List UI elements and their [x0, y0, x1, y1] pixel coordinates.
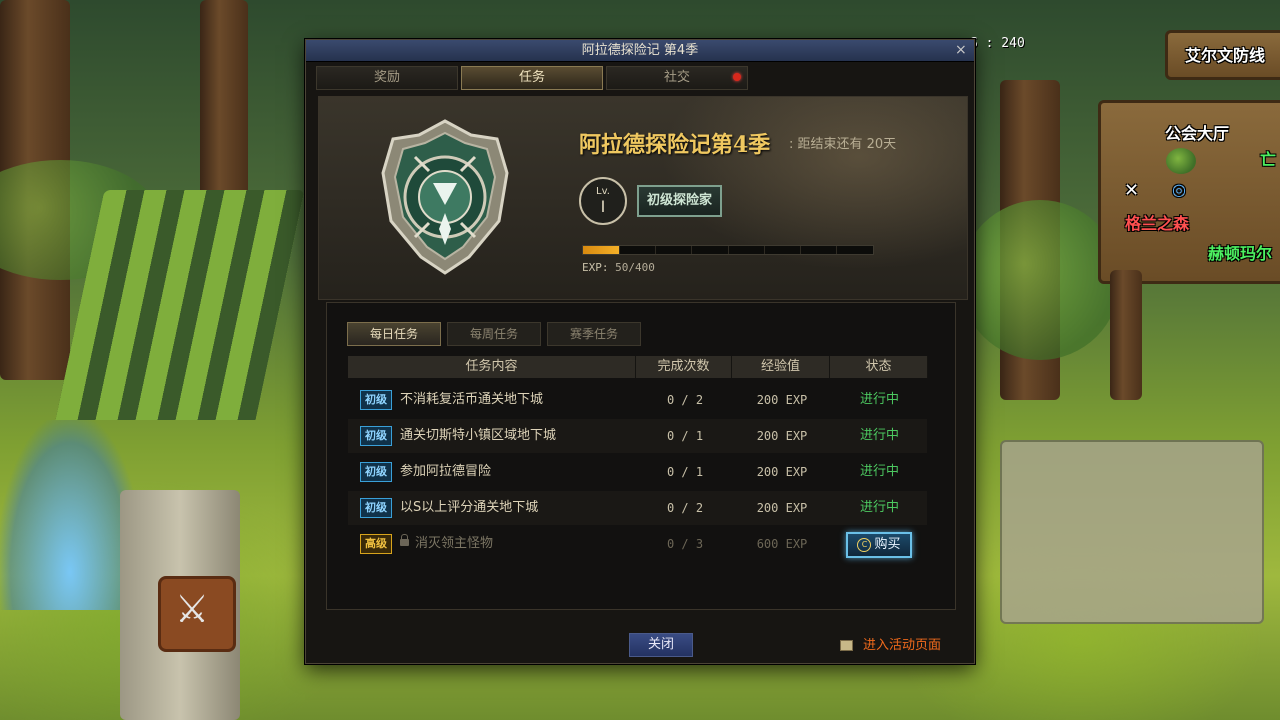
map-partial-label[interactable]: 亡: [1260, 146, 1276, 170]
tab-rewards[interactable]: 奖励: [316, 66, 458, 90]
season-countdown: : 距结束还有 20天: [789, 137, 897, 152]
level-badge: Lv. I: [579, 177, 627, 225]
quest-exp: 200 EXP: [756, 429, 808, 443]
tree-trunk-mid: [200, 0, 248, 260]
enter-event-page-link[interactable]: 进入活动页面: [840, 634, 941, 653]
season-title: 阿拉德探险记第4季: [579, 132, 771, 158]
quest-name: 参加阿拉德冒险: [400, 464, 492, 479]
quest-name: 通关切斯特小镇区域地下城: [400, 428, 557, 443]
path-stones-right: [1000, 440, 1264, 624]
tab-social[interactable]: 社交: [606, 66, 748, 90]
tab-weekly-quests[interactable]: 每周任务: [447, 322, 541, 346]
quest-count: 0 / 1: [666, 465, 704, 479]
col-quest-content: 任务内容: [348, 356, 636, 378]
exp-progress-fill: [583, 246, 620, 254]
buy-button[interactable]: C 购买: [846, 532, 912, 558]
quest-name: 消灭领主怪物: [415, 536, 494, 551]
grade-badge-advanced: 高级: [360, 534, 392, 554]
map-title: 艾尔文防线: [1185, 46, 1266, 65]
col-exp: 经验值: [732, 356, 830, 378]
exp-readout: EXP: 50/400: [582, 261, 655, 274]
tree-trunk-right: [1000, 80, 1060, 400]
quest-status: 进行中: [859, 392, 899, 407]
spiral-portal-icon: ◎: [1172, 180, 1186, 199]
exp-progress-bar: [582, 245, 874, 255]
quest-name: 不消耗复活币通关地下城: [400, 392, 544, 407]
grade-badge-basic: 初级: [360, 426, 392, 446]
quest-status: 进行中: [859, 464, 899, 479]
exp-value: 50/400: [615, 261, 655, 274]
quest-table-header: 任务内容 完成次数 经验值 状态: [348, 356, 928, 378]
striped-tent: [55, 190, 305, 420]
quest-exp: 200 EXP: [756, 393, 808, 407]
close-icon[interactable]: ×: [955, 40, 968, 61]
stone-pillar: [120, 490, 240, 720]
table-row: 初级 参加阿拉德冒险 0 / 1 200 EXP 进行中: [348, 455, 927, 489]
dialog-titlebar[interactable]: 阿拉德探险记 第4季: [306, 40, 974, 62]
close-button[interactable]: 关闭: [629, 633, 693, 657]
foliage-right: [960, 200, 1120, 360]
table-row: 初级 以S以上评分通关地下城 0 / 2 200 EXP 进行中: [348, 491, 927, 525]
map-guild-hall[interactable]: 公会大厅: [1165, 120, 1229, 144]
dialog-title: 阿拉德探险记 第4季: [581, 43, 699, 58]
level-value: I: [600, 197, 606, 216]
quest-count: 0 / 3: [666, 537, 704, 551]
quest-exp: 200 EXP: [756, 465, 808, 479]
tree-trunk-left: [0, 0, 70, 380]
table-row: 初级 通关切斯特小镇区域地下城 0 / 1 200 EXP 进行中: [348, 419, 927, 453]
quest-count: 0 / 1: [666, 429, 704, 443]
col-status: 状态: [830, 356, 928, 378]
table-row: 初级 不消耗复活币通关地下城 0 / 2 200 EXP 进行中: [348, 383, 927, 417]
fps-counter: S : 240: [970, 36, 1025, 51]
tab-social-label: 社交: [663, 70, 690, 85]
map-location-hendon-myre[interactable]: 赫顿玛尔: [1208, 240, 1272, 264]
lock-icon: [400, 534, 409, 546]
map-location-grand-forest[interactable]: 格兰之森: [1125, 210, 1189, 234]
grade-badge-basic: 初级: [360, 498, 392, 518]
quest-status: 进行中: [859, 428, 899, 443]
blue-portal: [0, 420, 140, 610]
tab-daily-quests[interactable]: 每日任务: [347, 322, 441, 346]
season-emblem-icon: [381, 119, 509, 275]
tab-quests[interactable]: 任务: [461, 66, 603, 90]
guild-shield-sign: ⚔: [158, 576, 236, 652]
exp-label: EXP:: [582, 261, 609, 274]
foliage-left: [0, 160, 160, 280]
quest-count: 0 / 2: [666, 393, 704, 407]
adventure-dialog: 阿拉德探险记 第4季 × 奖励 任务 社交 阿拉德探险记第4季 : 距结束还有 …: [305, 39, 975, 664]
notification-dot-icon: [733, 73, 741, 81]
signpost-pole: [1110, 270, 1142, 400]
table-row-locked: 高级 消灭领主怪物 0 / 3 600 EXP C 购买: [348, 527, 927, 561]
quest-count: 0 / 2: [666, 501, 704, 515]
buy-label: 购买: [874, 537, 901, 552]
coin-icon: C: [857, 537, 872, 552]
quest-panel: 每日任务 每周任务 赛季任务 任务内容 完成次数 经验值 状态 初级 不消耗复活…: [326, 302, 956, 610]
quest-exp: 200 EXP: [756, 501, 808, 515]
col-completion: 完成次数: [636, 356, 732, 378]
event-box-icon: [840, 640, 853, 651]
crossed-swords-icon: ⚔: [175, 587, 210, 631]
cross-swords-map-icon: ✕: [1124, 180, 1140, 201]
rank-badge: 初级探险家: [637, 185, 723, 217]
quest-status: 进行中: [859, 500, 899, 515]
grade-badge-basic: 初级: [360, 390, 392, 410]
enter-event-page-label: 进入活动页面: [863, 638, 942, 653]
quest-exp: 600 EXP: [756, 537, 808, 551]
grade-badge-basic: 初级: [360, 462, 392, 482]
tab-season-quests[interactable]: 赛季任务: [547, 322, 641, 346]
quest-name: 以S以上评分通关地下城: [400, 500, 539, 515]
season-banner: 阿拉德探险记第4季 : 距结束还有 20天 Lv. I 初级探险家 EXP: 5…: [318, 96, 968, 300]
